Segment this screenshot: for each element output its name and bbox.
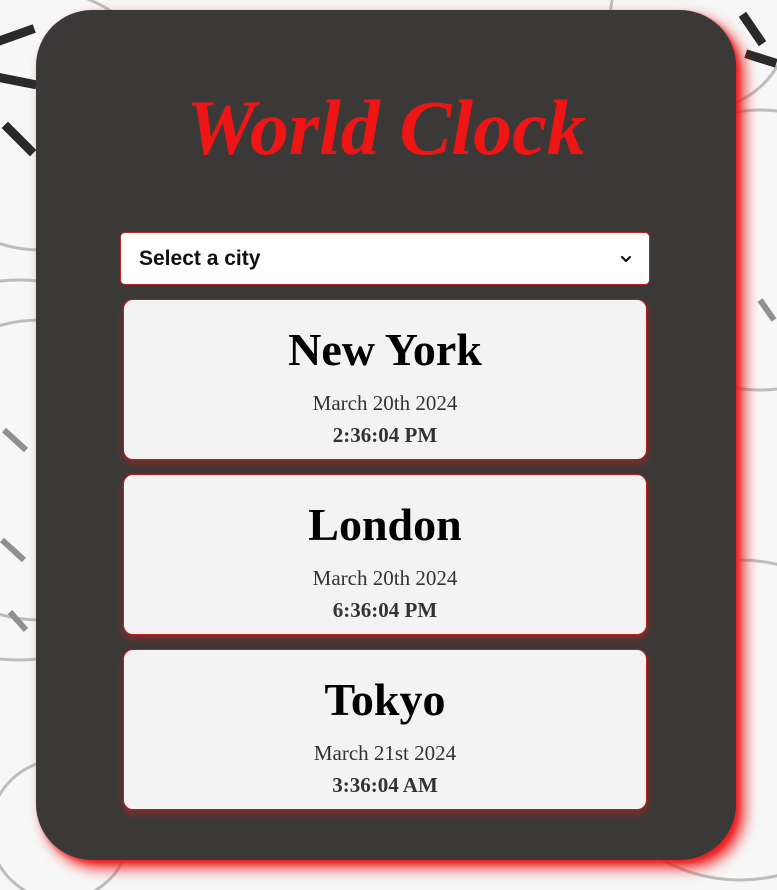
city-card-london: London March 20th 2024 6:36:04 PM — [123, 474, 647, 635]
world-clock-panel: World Clock Select a city New York March… — [36, 10, 736, 860]
city-card-new-york: New York March 20th 2024 2:36:04 PM — [123, 299, 647, 460]
city-time: 2:36:04 PM — [332, 423, 438, 447]
city-name: Tokyo — [324, 674, 446, 725]
city-time: 6:36:04 PM — [332, 598, 438, 622]
city-time: 3:36:04 AM — [332, 773, 438, 797]
page-title: World Clock — [186, 84, 586, 171]
city-select-dropdown[interactable]: Select a city — [120, 232, 650, 285]
city-card-tokyo: Tokyo March 21st 2024 3:36:04 AM — [123, 649, 647, 810]
city-select-label: Select a city — [139, 246, 261, 270]
city-date: March 20th 2024 — [312, 566, 458, 590]
city-name: London — [308, 499, 462, 550]
city-date: March 21st 2024 — [313, 741, 457, 765]
city-name: New York — [288, 324, 482, 375]
chevron-down-icon — [620, 255, 632, 262]
city-date: March 20th 2024 — [312, 391, 458, 415]
